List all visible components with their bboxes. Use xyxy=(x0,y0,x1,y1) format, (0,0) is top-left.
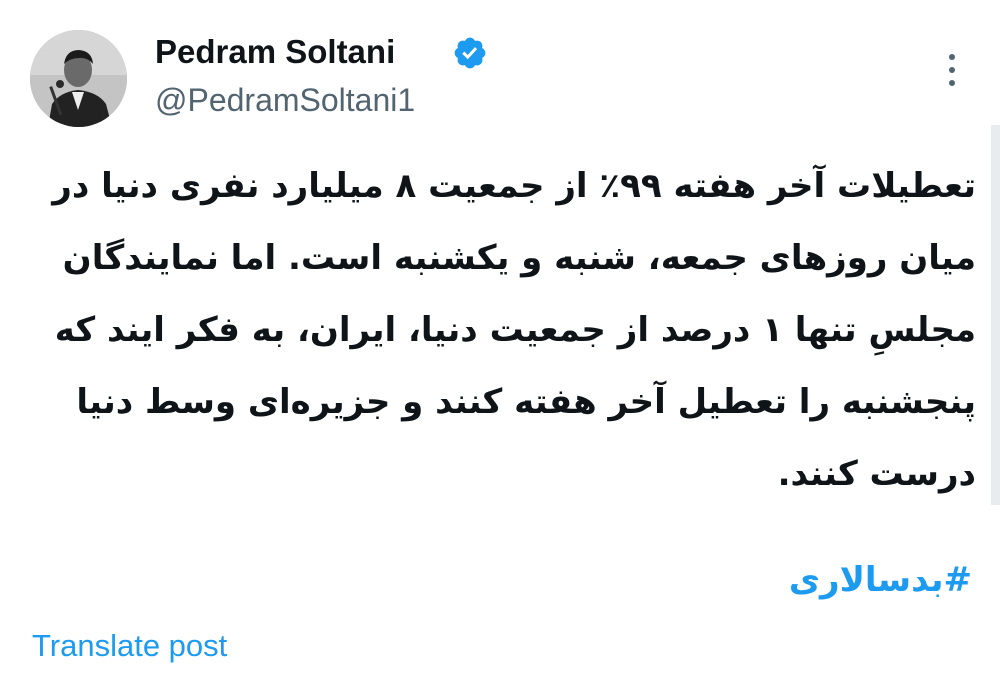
avatar-photo xyxy=(30,30,127,127)
author-handle[interactable]: @PedramSoltani1 xyxy=(155,78,415,122)
ellipsis-dot xyxy=(949,80,955,86)
avatar[interactable] xyxy=(30,30,127,127)
ellipsis-dot xyxy=(949,67,955,73)
vertical-ellipsis-icon xyxy=(949,54,955,60)
scroll-edge xyxy=(991,125,1000,505)
author-display-name[interactable]: Pedram Soltani xyxy=(155,30,395,74)
post-body-text: تعطیلات آخر هفته ۹۹٪ از جمعیت ۸ میلیارد … xyxy=(52,166,976,494)
verified-badge-icon xyxy=(454,37,486,69)
translate-post-link[interactable]: Translate post xyxy=(32,624,227,668)
more-options-button[interactable] xyxy=(934,50,970,90)
hashtag-link[interactable]: #بدسالاری xyxy=(789,552,972,608)
